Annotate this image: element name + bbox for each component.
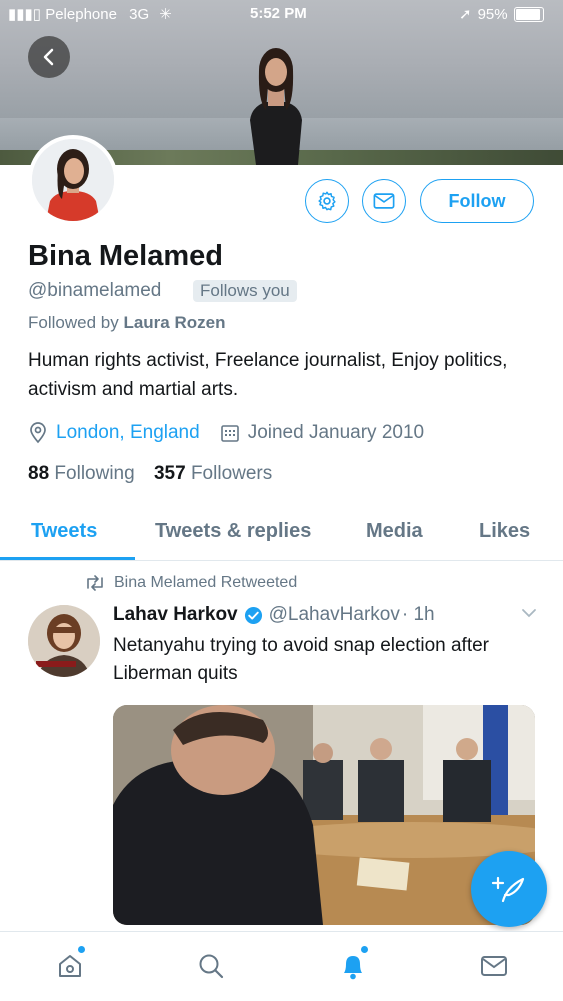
tweet-menu-button[interactable] <box>521 606 537 624</box>
carrier-name: Pelephone <box>45 6 117 23</box>
followers-link[interactable]: 357 Followers <box>154 463 272 484</box>
network-type: 3G <box>129 6 150 23</box>
status-time: 5:52 PM <box>250 5 307 22</box>
tweet-text: Netanyahu trying to avoid snap election … <box>113 635 490 684</box>
nav-search[interactable] <box>193 948 229 984</box>
retweet-icon <box>87 575 103 591</box>
back-arrow-icon <box>43 48 54 66</box>
envelope-icon <box>373 193 395 209</box>
author-avatar-image <box>28 605 100 677</box>
signal-icon: ▮▮▮▯ <box>8 6 42 23</box>
calendar-icon <box>220 425 239 442</box>
back-button[interactable] <box>28 36 70 78</box>
home-icon <box>59 955 81 977</box>
tab-tweets-replies[interactable]: Tweets & replies <box>155 520 311 543</box>
profile-name: Bina Melamed <box>28 240 223 272</box>
tweet-author-name[interactable]: Lahav Harkov <box>113 604 238 626</box>
following-count: 88 <box>28 463 50 484</box>
avatar-image <box>32 139 114 221</box>
nav-home[interactable] <box>52 946 88 984</box>
message-button[interactable] <box>362 179 406 223</box>
profile-bio: Human rights activist, Freelance journal… <box>28 350 508 400</box>
nav-messages[interactable] <box>476 948 512 984</box>
home-unread-dot <box>78 946 85 953</box>
settings-button[interactable] <box>305 179 349 223</box>
tab-tweets[interactable]: Tweets <box>31 520 97 543</box>
compose-tweet-button[interactable] <box>471 851 547 927</box>
bell-icon <box>344 956 362 980</box>
followers-label: Followers <box>190 463 273 484</box>
gear-icon <box>318 191 336 211</box>
tweet-author-handle[interactable]: @LahavHarkov <box>269 604 400 626</box>
profile-location[interactable]: London, England <box>56 422 200 444</box>
notifications-unread-dot <box>361 946 368 953</box>
profile-avatar[interactable] <box>28 135 118 225</box>
search-icon <box>199 954 224 979</box>
retweet-context: Bina Melamed Retweeted <box>84 574 297 592</box>
profile-joined: Joined January 2010 <box>247 422 425 443</box>
tweet-author-avatar[interactable] <box>28 605 100 677</box>
status-right: ➚ 95% <box>459 5 544 23</box>
follows-you-badge: Follows you <box>193 280 297 302</box>
profile-meta: London, England Joined January 2010 <box>28 422 424 444</box>
followers-count: 357 <box>153 463 186 484</box>
tab-likes[interactable]: Likes <box>479 520 530 543</box>
follow-button[interactable]: Follow <box>420 179 534 223</box>
location-arrow-icon: ➚ <box>459 6 472 23</box>
compose-tweet-icon <box>491 876 525 903</box>
follow-counts: 88 Following 357 Followers <box>28 463 272 485</box>
tweet-header: Lahav Harkov @LahavHarkov · 1h <box>113 604 435 626</box>
bottom-navigation <box>0 931 563 1001</box>
battery-icon <box>513 6 544 22</box>
location-pin-icon <box>30 422 46 444</box>
profile-handle: @binamelamed <box>28 280 162 301</box>
activity-spinner-icon: ✳ <box>159 6 172 23</box>
verified-badge-icon <box>244 606 262 624</box>
status-carrier: ▮▮▮▯ Pelephone 3G ✳ <box>8 5 172 23</box>
battery-percent: 95% <box>477 5 508 23</box>
retweet-label: Bina Melamed Retweeted <box>114 574 298 591</box>
following-label: Following <box>54 463 135 484</box>
followed-by[interactable]: Followed by Laura Rozen <box>28 313 225 333</box>
profile-tabs: Tweets Tweets & replies Media Likes <box>0 508 563 561</box>
followed-by-prefix: Followed by <box>28 313 119 332</box>
nav-notifications[interactable] <box>335 946 371 984</box>
following-link[interactable]: 88 Following <box>28 463 135 484</box>
followed-by-name[interactable]: Laura Rozen <box>123 313 225 332</box>
chevron-down-icon <box>522 609 536 618</box>
active-tab-indicator <box>0 557 135 560</box>
banner-person <box>250 48 302 165</box>
envelope-icon <box>481 956 507 976</box>
tab-media[interactable]: Media <box>366 520 423 543</box>
tweet-time: · 1h <box>401 604 435 625</box>
